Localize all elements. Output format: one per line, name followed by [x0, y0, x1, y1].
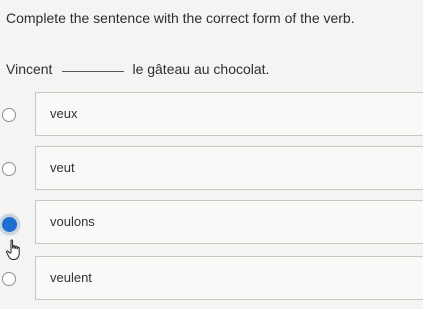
answer-label: veut	[50, 160, 75, 175]
radio-button[interactable]	[2, 108, 16, 122]
sentence-after: le gâteau au chocolat.	[132, 61, 270, 77]
answer-option-voulons[interactable]: voulons	[0, 196, 423, 250]
answer-option-veux[interactable]: veux	[0, 88, 423, 142]
answer-card[interactable]: voulons	[35, 200, 423, 244]
answer-card[interactable]: veut	[35, 146, 423, 190]
answer-label: voulons	[50, 214, 95, 229]
answer-card[interactable]: veux	[35, 92, 423, 136]
answer-label: veux	[50, 106, 78, 121]
hand-pointer-icon	[6, 239, 20, 260]
sentence: Vincent le gâteau au chocolat.	[6, 61, 269, 77]
answer-option-veut[interactable]: veut	[0, 142, 423, 196]
question-prompt: Complete the sentence with the correct f…	[6, 10, 355, 26]
answer-label: veulent	[50, 270, 92, 285]
answer-option-veulent[interactable]: veulent	[0, 252, 423, 306]
sentence-before: Vincent	[6, 61, 53, 77]
radio-button[interactable]	[2, 272, 16, 286]
radio-button[interactable]	[2, 162, 16, 176]
sentence-blank	[62, 70, 125, 72]
answer-card[interactable]: veulent	[35, 256, 423, 300]
radio-button-selected[interactable]	[0, 214, 20, 235]
